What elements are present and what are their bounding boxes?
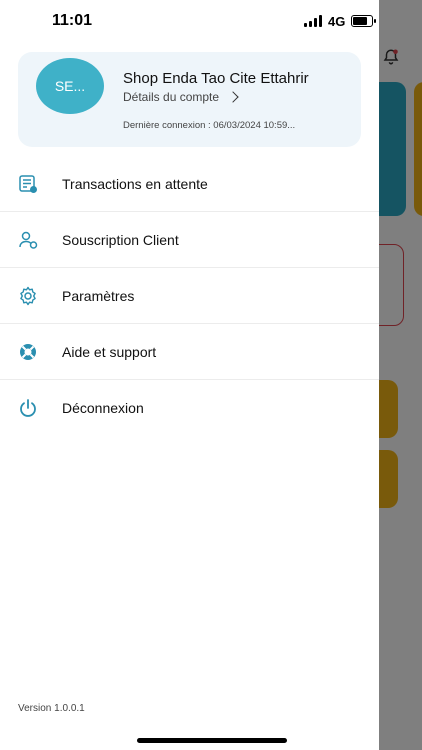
menu-item-label: Transactions en attente — [62, 175, 208, 192]
home-indicator[interactable] — [137, 738, 287, 743]
menu-item-logout[interactable]: Déconnexion — [0, 380, 379, 435]
account-name: Shop Enda Tao Cite Ettahrir — [123, 70, 309, 87]
menu-item-label: Aide et support — [62, 343, 157, 360]
network-type: 4G — [328, 13, 346, 29]
pending-transactions-icon — [18, 174, 38, 194]
battery-icon — [351, 15, 377, 27]
power-icon — [18, 398, 38, 418]
account-details-link[interactable]: Détails du compte — [123, 90, 239, 104]
menu-item-pending-transactions[interactable]: Transactions en attente — [0, 156, 379, 212]
menu-item-label: Déconnexion — [62, 399, 144, 416]
signal-icon — [304, 15, 322, 27]
menu-item-settings[interactable]: Paramètres — [0, 268, 379, 324]
account-card[interactable]: SE... Shop Enda Tao Cite Ettahrir Détail… — [18, 52, 361, 147]
navigation-drawer: 11:01 4G SE... Shop Enda Tao Cite Ettahr… — [0, 0, 379, 750]
menu-item-label: Souscription Client — [62, 231, 179, 248]
menu-item-client-subscription[interactable]: Souscription Client — [0, 212, 379, 268]
menu-item-help-support[interactable]: Aide et support — [0, 324, 379, 380]
app-version: Version 1.0.0.1 — [18, 703, 85, 714]
gear-icon — [18, 286, 38, 306]
chevron-right-icon — [227, 91, 239, 103]
menu-item-label: Paramètres — [62, 287, 135, 304]
last-login: Dernière connexion : 06/03/2024 10:59... — [123, 120, 296, 131]
drawer-menu: Transactions en attente Souscription Cli… — [0, 156, 379, 435]
status-time: 11:01 — [52, 12, 93, 29]
account-details-label: Détails du compte — [123, 90, 220, 104]
lifebuoy-icon — [18, 342, 38, 362]
client-subscription-icon — [18, 230, 38, 250]
status-indicators: 4G — [304, 13, 377, 29]
avatar: SE... — [36, 58, 104, 114]
status-bar: 11:01 4G — [0, 0, 379, 40]
